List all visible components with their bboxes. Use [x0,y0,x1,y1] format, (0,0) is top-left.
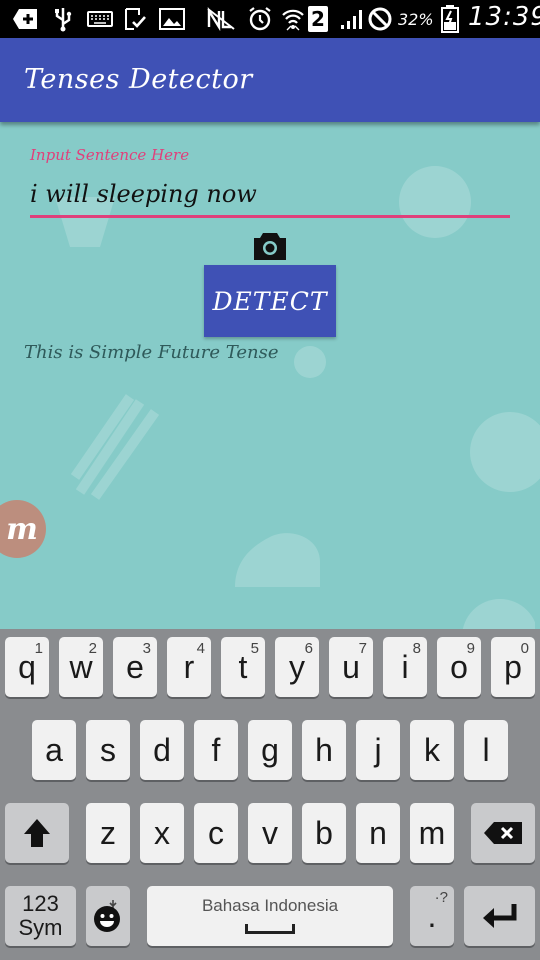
backspace-icon [484,822,522,844]
berry-deco-icon [294,346,326,378]
signal-icon [338,5,366,33]
download-done-icon [122,5,148,33]
space-key[interactable]: Bahasa Indonesia [147,886,393,946]
fruit-deco-icon [462,599,535,629]
space-bar-icon [245,924,295,934]
symbols-key-line2: Sym [18,915,63,940]
key-r[interactable]: 4r [167,637,211,697]
battery-icon [440,5,460,33]
key-e[interactable]: 3e [113,637,157,697]
result-text: This is Simple Future Tense [24,342,279,363]
emoji-icon [94,900,120,932]
shift-icon [24,819,50,847]
enter-icon [482,904,516,928]
nfc-off-icon [206,5,236,33]
key-q[interactable]: 1q [5,637,49,697]
app-bar: Tenses Detector [0,38,540,122]
shift-key[interactable] [5,803,69,863]
symbols-key[interactable]: 123 Sym [5,886,76,946]
key-o[interactable]: 9o [437,637,481,697]
main-content: Input Sentence Here DETECT This is Simpl… [0,122,540,629]
wifi-icon [280,5,306,33]
key-x[interactable]: x [140,803,184,863]
camera-icon[interactable] [252,230,288,262]
key-f[interactable]: f [194,720,238,780]
key-b[interactable]: b [302,803,346,863]
keyboard-icon [86,5,114,33]
roast-deco-icon [235,533,320,587]
space-key-label: Bahasa Indonesia [201,896,339,915]
key-c[interactable]: c [194,803,238,863]
key-w[interactable]: 2w [59,637,103,697]
key-t[interactable]: 5t [221,637,265,697]
key-y[interactable]: 6y [275,637,319,697]
key-l[interactable]: l [464,720,508,780]
enter-key[interactable] [464,886,535,946]
app-title: Tenses Detector [24,64,253,95]
battery-percent: 32% [398,10,434,29]
clock: 13:39 [468,2,540,32]
key-z[interactable]: z [86,803,130,863]
symbols-key-line1: 123 [22,891,59,916]
emoji-key[interactable] [86,886,130,946]
key-u[interactable]: 7u [329,637,373,697]
sentence-input[interactable] [30,178,510,218]
utensils-deco-icon [70,394,160,500]
key-n[interactable]: n [356,803,400,863]
floating-badge[interactable]: m [0,500,46,558]
key-i[interactable]: 8i [383,637,427,697]
detect-button[interactable]: DETECT [204,265,336,337]
image-icon [158,5,186,33]
key-g[interactable]: g [248,720,292,780]
orange-slice-deco-icon [470,412,540,492]
key-p[interactable]: 0p [491,637,535,697]
sim-icon: 2 [308,6,328,32]
backspace-key[interactable] [471,803,535,863]
key-j[interactable]: j [356,720,400,780]
key-s[interactable]: s [86,720,130,780]
key-h[interactable]: h [302,720,346,780]
input-label: Input Sentence Here [30,146,190,164]
add-box-icon [12,5,40,33]
key-k[interactable]: k [410,720,454,780]
key-v[interactable]: v [248,803,292,863]
usb-icon [50,5,76,33]
period-key[interactable]: ·?. [410,886,454,946]
status-bar: 2 32% 13:39 [0,0,540,38]
key-m[interactable]: m [410,803,454,863]
no-entry-icon [366,5,394,33]
keyboard: 1q 2w 3e 4r 5t 6y 7u 8i 9o 0p a s d f g … [0,629,540,960]
alarm-icon [246,5,274,33]
key-d[interactable]: d [140,720,184,780]
key-a[interactable]: a [32,720,76,780]
